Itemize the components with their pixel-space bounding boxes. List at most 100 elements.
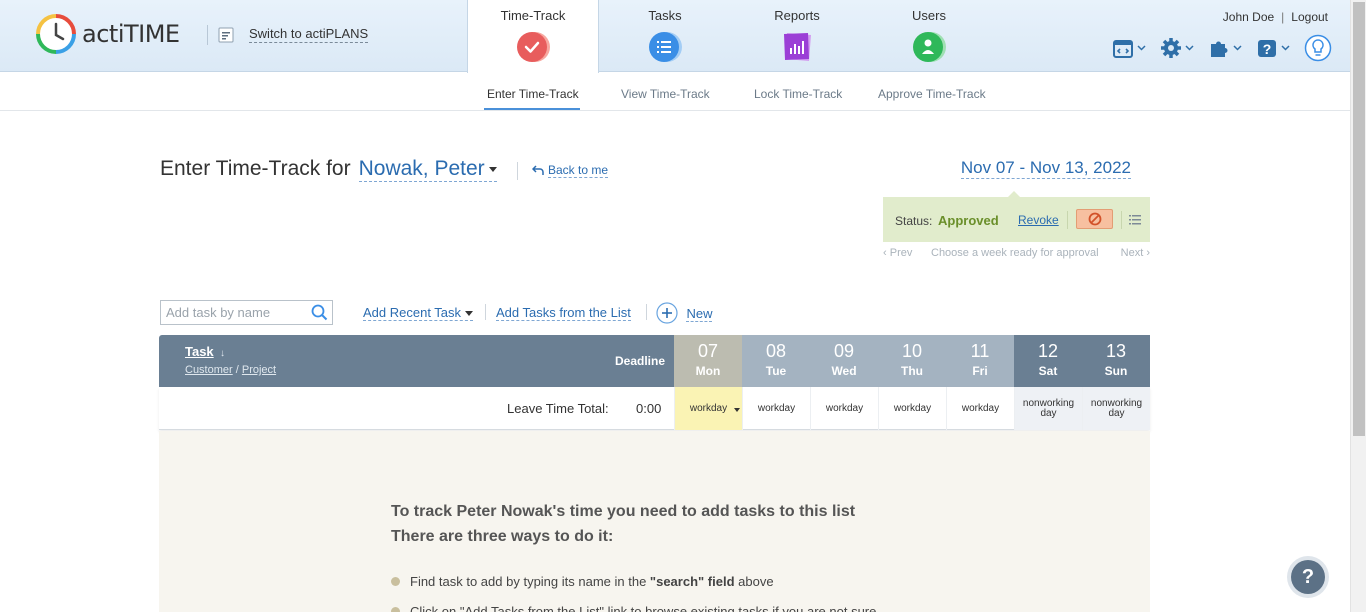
day-status-tue[interactable]: workday (742, 387, 810, 430)
timesheet-header: Task ↓ Customer / Project Deadline 07 Mon… (159, 335, 1150, 387)
reports-icon (784, 33, 811, 61)
divider (517, 162, 518, 180)
divider (485, 304, 486, 320)
day-status-mon[interactable]: workday (674, 387, 742, 430)
approval-status-panel: Status: Approved Revoke (883, 191, 1150, 242)
tab-time-track[interactable]: Time-Track (467, 0, 599, 73)
day-status-thu[interactable]: workday (878, 387, 946, 430)
time-track-icon (517, 32, 550, 62)
tab-label: Users (912, 8, 946, 23)
back-arrow-icon (532, 165, 544, 175)
switch-to-actiplans-link[interactable]: Switch to actiPLANS (218, 26, 369, 43)
page-title: Enter Time-Track for Nowak, Peter (160, 157, 497, 182)
apps-menu[interactable] (1112, 37, 1146, 59)
reject-button[interactable] (1076, 209, 1113, 229)
day-header-sun: 13 Sun (1082, 335, 1150, 387)
back-to-me-link[interactable]: Back to me (532, 163, 609, 178)
logo[interactable]: actiTIME (36, 14, 180, 54)
caret-down-icon (465, 311, 474, 317)
document-icon (218, 27, 234, 42)
scrollbar-thumb[interactable] (1353, 2, 1365, 436)
chevron-down-icon (1233, 45, 1242, 51)
subnav-lock-time-track[interactable]: Lock Time-Track (754, 87, 842, 101)
tips-button[interactable] (1304, 34, 1332, 62)
week-date-range[interactable]: Nov 07 - Nov 13, 2022 (960, 158, 1131, 179)
day-header-mon: 07 Mon (674, 335, 742, 387)
tab-reports[interactable]: Reports (731, 0, 863, 72)
new-task-label: New (686, 306, 713, 323)
search-icon[interactable] (311, 304, 328, 321)
customer-project-sort: Customer / Project (185, 364, 277, 376)
divider (1121, 211, 1122, 229)
add-tasks-from-list-link[interactable]: Add Tasks from the List (496, 305, 631, 321)
revoke-link[interactable]: Revoke (1018, 213, 1059, 227)
subnav-approve-time-track[interactable]: Approve Time-Track (878, 87, 986, 101)
lightbulb-icon (1304, 34, 1332, 62)
status-label: Status: (895, 214, 933, 228)
next-week-link[interactable]: Next › (1121, 247, 1150, 259)
empty-task-list: To track Peter Nowak's time you need to … (159, 431, 1150, 612)
day-header-thu: 10 Thu (878, 335, 946, 387)
main-tabs: Time-Track Tasks Reports Users (467, 0, 995, 73)
task-search-input[interactable] (161, 301, 301, 324)
leave-time-total: 0:00 (636, 401, 662, 416)
sort-arrow-icon[interactable]: ↓ (220, 348, 225, 359)
task-column-header[interactable]: Task (185, 344, 214, 359)
selected-user: Nowak, Peter (358, 157, 485, 180)
day-header-tue: 08 Tue (742, 335, 810, 387)
empty-state-heading: To track Peter Nowak's time you need to … (391, 503, 856, 520)
project-sort-link[interactable]: Project (242, 364, 276, 376)
caret-down-icon (734, 408, 740, 412)
switch-label: Switch to actiPLANS (249, 26, 369, 43)
day-header-fri: 11 Fri (946, 335, 1014, 387)
day-header-sat: 12 Sat (1014, 335, 1082, 387)
user-selector[interactable]: Nowak, Peter (358, 157, 497, 182)
day-status-sun[interactable]: nonworking day (1082, 387, 1150, 430)
tab-label: Tasks (648, 8, 682, 23)
customer-sort-link[interactable]: Customer (185, 364, 233, 376)
title-prefix: Enter Time-Track for (160, 157, 351, 180)
approval-hint: Choose a week ready for approval (931, 247, 1099, 259)
sub-navigation: Enter Time-Track View Time-Track Lock Ti… (0, 72, 1350, 111)
logout-link[interactable]: Logout (1291, 10, 1328, 24)
user-name[interactable]: John Doe (1223, 10, 1274, 24)
svg-text:?: ? (1263, 41, 1272, 57)
deadline-column-header: Deadline (615, 354, 666, 368)
bullet-dot-icon (391, 607, 400, 612)
settings-menu[interactable] (1160, 37, 1194, 59)
history-list-icon[interactable] (1129, 215, 1141, 225)
puzzle-icon (1211, 41, 1228, 57)
page-scrollbar[interactable] (1350, 0, 1366, 612)
chevron-down-icon (1137, 45, 1146, 51)
divider (1067, 211, 1068, 229)
day-header-wed: 09 Wed (810, 335, 878, 387)
divider (207, 25, 208, 45)
prev-week-link[interactable]: ‹ Prev (883, 247, 912, 259)
tab-users[interactable]: Users (863, 0, 995, 72)
day-status-sat[interactable]: nonworking day (1014, 387, 1082, 430)
empty-state-tip: Click on "Add Tasks from the List" link … (391, 604, 876, 612)
panel-pointer (1008, 191, 1020, 197)
help-icon: ? (1258, 40, 1276, 57)
bullet-dot-icon (391, 577, 400, 586)
apps-icon (1113, 40, 1133, 58)
day-status-wed[interactable]: workday (810, 387, 878, 430)
toolbar: ? (1112, 34, 1346, 62)
empty-state-tip: Find task to add by typing its name in t… (391, 574, 774, 589)
help-button[interactable]: ? (1287, 556, 1329, 598)
tab-tasks[interactable]: Tasks (599, 0, 731, 72)
question-mark-icon: ? (1291, 560, 1325, 594)
subnav-view-time-track[interactable]: View Time-Track (621, 87, 710, 101)
subnav-enter-time-track[interactable]: Enter Time-Track (487, 87, 579, 101)
help-menu[interactable]: ? (1256, 37, 1290, 59)
plus-circle-icon (656, 302, 678, 324)
users-icon (913, 32, 946, 62)
new-task-button[interactable]: New (656, 302, 713, 324)
day-status-fri[interactable]: workday (946, 387, 1014, 430)
addons-menu[interactable] (1208, 37, 1242, 59)
status-value: Approved (938, 213, 999, 228)
tab-label: Time-Track (500, 8, 566, 23)
user-menu: John Doe | Logout (1222, 10, 1328, 24)
add-recent-task-dropdown[interactable]: Add Recent Task (363, 305, 474, 321)
leave-time-label: Leave Time Total: (507, 401, 609, 416)
